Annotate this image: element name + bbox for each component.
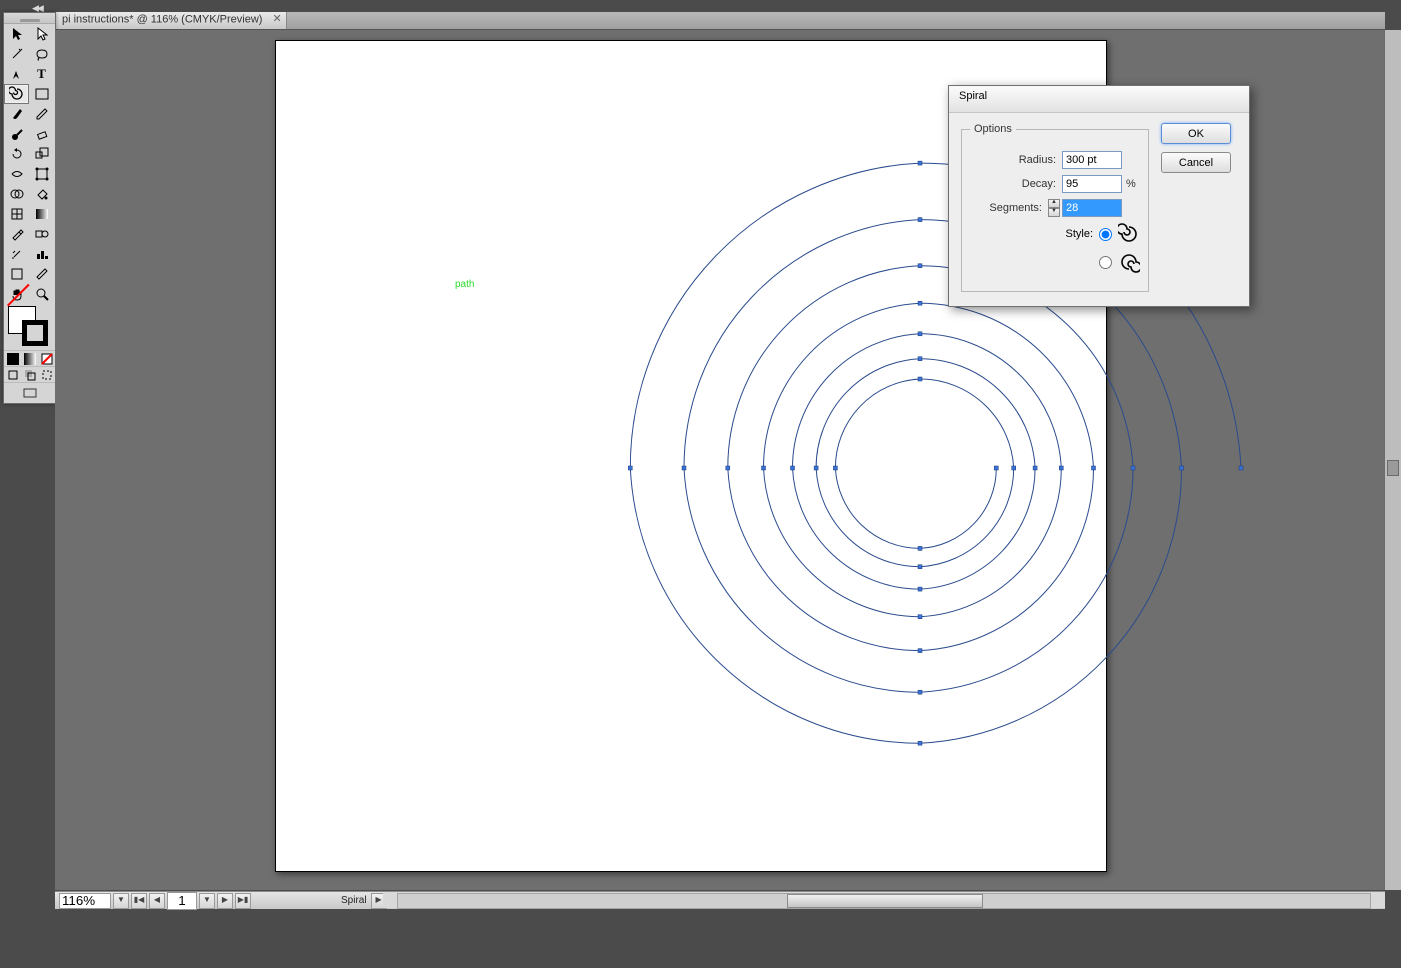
shape-builder-tool[interactable] [4, 184, 29, 204]
magic-wand-tool[interactable] [4, 44, 29, 64]
decay-label: Decay: [984, 178, 1056, 190]
next-page-icon[interactable]: ▶ [217, 893, 233, 909]
paintbrush-tool[interactable] [4, 104, 29, 124]
spinner-down-icon[interactable]: ▼ [1048, 208, 1060, 217]
gradient-mode[interactable] [21, 351, 38, 366]
collapsed-panels-edge[interactable] [1384, 30, 1401, 890]
type-tool[interactable]: T [29, 64, 54, 84]
segments-label: Segments: [970, 202, 1042, 214]
last-page-icon[interactable]: ▶▮ [235, 893, 251, 909]
panel-expand-nub[interactable] [1387, 460, 1399, 476]
eyedropper-tool[interactable] [4, 224, 29, 244]
rotate-tool[interactable] [4, 144, 29, 164]
first-page-icon[interactable]: ▮◀ [131, 893, 147, 909]
eraser-tool[interactable] [29, 124, 54, 144]
gradient-tool[interactable] [29, 204, 54, 224]
spinner-up-icon[interactable]: ▲ [1048, 199, 1060, 208]
live-paint-tool[interactable] [29, 184, 54, 204]
mesh-tool[interactable] [4, 204, 29, 224]
stroke-swatch[interactable] [22, 320, 48, 346]
blend-tool[interactable] [29, 224, 54, 244]
page-dropdown-icon[interactable]: ▼ [199, 893, 215, 909]
style-inward-radio[interactable] [1099, 256, 1112, 269]
width-tool[interactable] [4, 164, 29, 184]
ok-button[interactable]: OK [1161, 123, 1231, 144]
pen-tool[interactable] [4, 64, 29, 84]
prev-page-icon[interactable]: ◀ [149, 893, 165, 909]
page-input[interactable] [167, 892, 197, 910]
lasso-tool[interactable] [29, 44, 54, 64]
path-label: path [455, 279, 474, 290]
pencil-tool[interactable] [29, 104, 54, 124]
status-tool-label: Spiral [341, 895, 367, 906]
scrollbar-thumb[interactable] [787, 894, 983, 908]
scale-tool[interactable] [29, 144, 54, 164]
horizontal-scrollbar[interactable] [383, 891, 1385, 908]
draw-inside-mode[interactable] [38, 367, 55, 382]
zoom-input[interactable] [59, 893, 111, 909]
symbol-sprayer-tool[interactable] [4, 244, 29, 264]
spiral-dialog: Spiral Options Radius: Decay: % Segments… [948, 85, 1250, 307]
style-label: Style: [1021, 228, 1093, 240]
decay-unit: % [1126, 178, 1140, 190]
selection-tool[interactable] [4, 24, 29, 44]
radius-input[interactable] [1062, 151, 1122, 169]
direct-selection-tool[interactable] [29, 24, 54, 44]
fill-stroke-swatches[interactable] [4, 304, 55, 350]
tools-panel-grip[interactable] [4, 13, 55, 24]
artboard-tool[interactable] [4, 264, 29, 284]
draw-normal-mode[interactable] [4, 367, 21, 382]
radius-label: Radius: [984, 154, 1056, 166]
options-fieldset: Options Radius: Decay: % Segments: ▲▼ [961, 123, 1149, 292]
segments-input[interactable] [1062, 199, 1122, 217]
zoom-dropdown-icon[interactable]: ▼ [113, 893, 129, 909]
spiral-tool[interactable] [4, 84, 29, 104]
segments-spinner[interactable]: ▲▼ [1048, 199, 1060, 217]
options-legend: Options [970, 123, 1016, 135]
screen-mode-button[interactable] [4, 382, 55, 403]
column-graph-tool[interactable] [29, 244, 54, 264]
style-outward-radio[interactable] [1099, 228, 1112, 241]
spiral-outward-icon [1118, 223, 1140, 245]
color-mode[interactable] [4, 351, 21, 366]
tools-panel: T [3, 12, 56, 404]
decay-input[interactable] [1062, 175, 1122, 193]
slice-tool[interactable] [29, 264, 54, 284]
spiral-inward-icon [1118, 251, 1140, 273]
close-tab-icon[interactable]: ✕ [271, 13, 284, 26]
rectangle-tool[interactable] [29, 84, 54, 104]
document-tab-label: pi instructions* @ 116% (CMYK/Preview) [62, 13, 262, 25]
document-tab[interactable]: pi instructions* @ 116% (CMYK/Preview) ✕ [54, 12, 287, 29]
app-top-strip: ◀◀ [0, 0, 1401, 12]
draw-behind-mode[interactable] [21, 367, 38, 382]
document-tab-bar: pi instructions* @ 116% (CMYK/Preview) ✕ [54, 12, 1385, 30]
cancel-button[interactable]: Cancel [1161, 152, 1231, 173]
free-transform-tool[interactable] [29, 164, 54, 184]
blob-brush-tool[interactable] [4, 124, 29, 144]
dialog-title[interactable]: Spiral [949, 86, 1249, 113]
none-mode[interactable] [38, 351, 55, 366]
